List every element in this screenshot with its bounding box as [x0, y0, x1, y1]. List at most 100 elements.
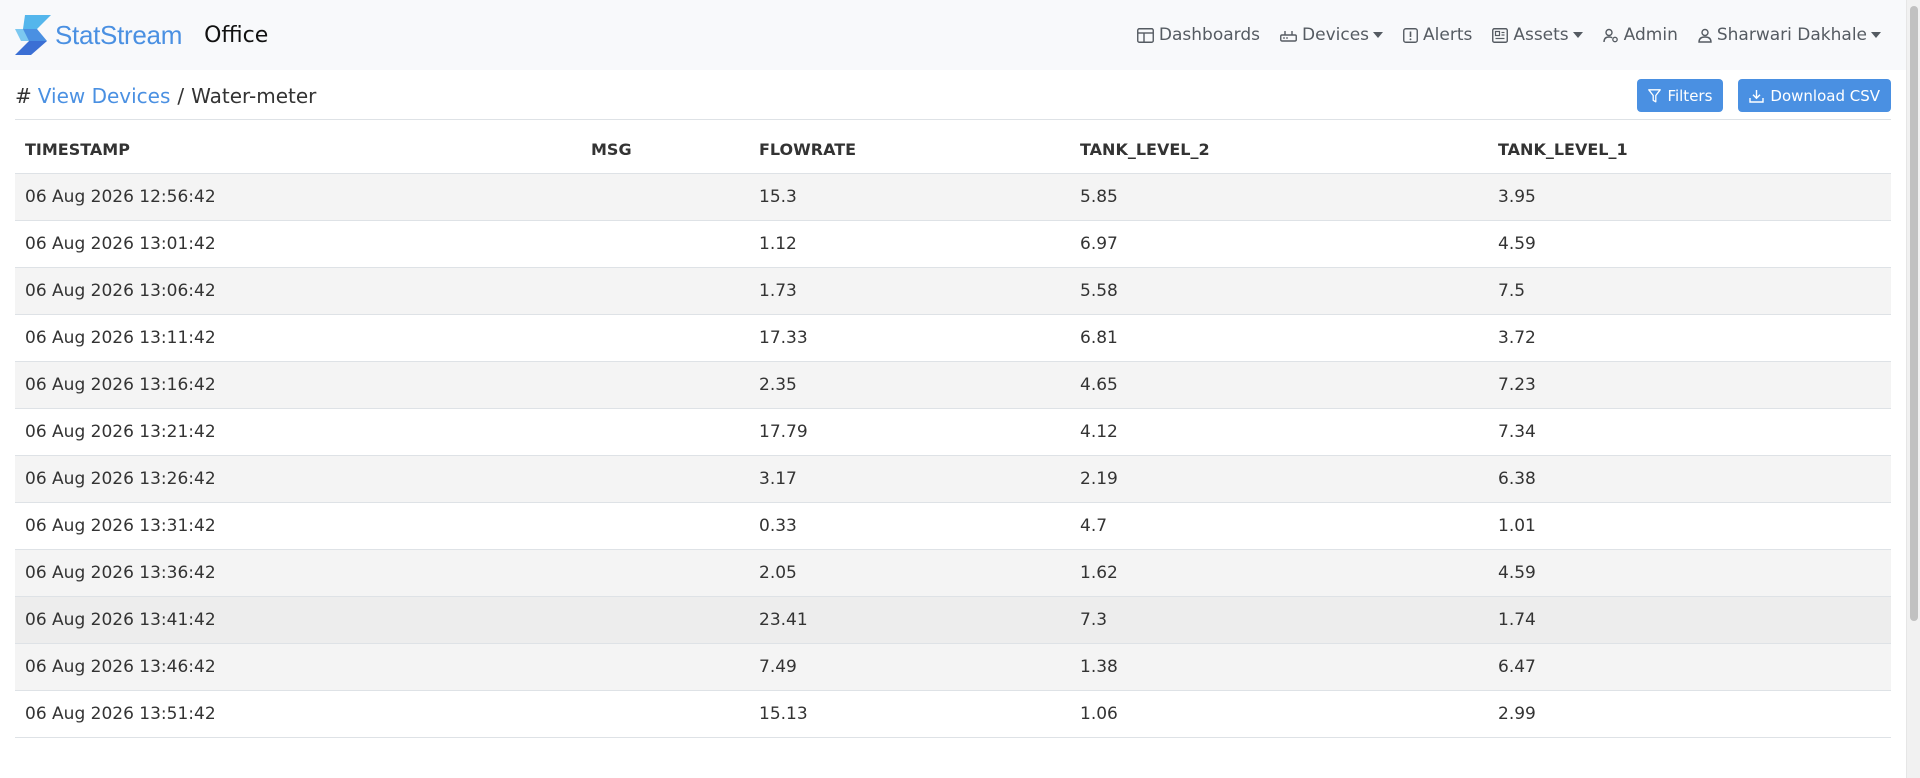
cell-timestamp: 06 Aug 2026 13:46:42 — [15, 643, 581, 691]
table-row: 06 Aug 2026 13:16:42 2.35 4.65 7.23 — [15, 361, 1891, 409]
table-row: 06 Aug 2026 13:01:42 1.12 6.97 4.59 — [15, 220, 1891, 268]
cell-tank-level-1: 6.38 — [1488, 455, 1891, 503]
page: StatStream Office Dashboards Devices Ale… — [0, 0, 1920, 778]
cell-tank-level-1: 2.99 — [1488, 690, 1891, 738]
cell-tank-level-2: 1.62 — [1070, 549, 1488, 597]
table-row: 06 Aug 2026 13:46:42 7.49 1.38 6.47 — [15, 643, 1891, 691]
nav-alerts[interactable]: Alerts — [1403, 25, 1472, 45]
nav-devices[interactable]: Devices — [1280, 25, 1384, 45]
data-table-container: TIMESTAMP MSG FLOWRATE TANK_LEVEL_2 TANK… — [15, 126, 1891, 738]
cell-tank-level-1: 4.59 — [1488, 549, 1891, 597]
nav-devices-label: Devices — [1302, 25, 1370, 45]
cell-timestamp: 06 Aug 2026 13:11:42 — [15, 314, 581, 362]
cell-msg — [581, 314, 749, 362]
cell-flowrate: 2.05 — [749, 549, 1070, 597]
table-row: 06 Aug 2026 13:41:42 23.41 7.3 1.74 — [15, 596, 1891, 644]
download-csv-button[interactable]: Download CSV — [1738, 79, 1891, 112]
filters-button-label: Filters — [1667, 86, 1713, 105]
download-csv-button-label: Download CSV — [1770, 86, 1880, 105]
cell-timestamp: 06 Aug 2026 13:26:42 — [15, 455, 581, 503]
nav-user-menu[interactable]: Sharwari Dakhale — [1698, 25, 1881, 45]
cell-tank-level-2: 4.7 — [1070, 502, 1488, 550]
cell-flowrate: 1.73 — [749, 267, 1070, 315]
nav-assets-label: Assets — [1513, 25, 1569, 45]
chevron-down-icon — [1572, 32, 1583, 38]
cell-msg — [581, 596, 749, 644]
nav-assets[interactable]: Assets — [1492, 25, 1583, 45]
toolbar-actions: Filters Download CSV — [1622, 79, 1891, 112]
nav-dashboards-label: Dashboards — [1158, 25, 1261, 45]
cell-tank-level-2: 5.58 — [1070, 267, 1488, 315]
cell-flowrate: 0.33 — [749, 502, 1070, 550]
cell-flowrate: 15.13 — [749, 690, 1070, 738]
chevron-down-icon — [1871, 32, 1881, 38]
cell-tank-level-1: 1.74 — [1488, 596, 1891, 644]
column-header-msg[interactable]: MSG — [581, 126, 749, 174]
cell-msg — [581, 643, 749, 691]
cell-msg — [581, 220, 749, 268]
cell-msg — [581, 408, 749, 456]
breadcrumb-hash: # — [15, 83, 32, 108]
nav-dashboards[interactable]: Dashboards — [1136, 25, 1261, 45]
organization-name: Office — [204, 22, 269, 48]
column-header-timestamp[interactable]: TIMESTAMP — [15, 126, 581, 174]
user-icon — [1698, 28, 1712, 43]
breadcrumb: # View Devices / Water-meter — [15, 84, 316, 108]
dashboard-grid-icon — [1136, 27, 1154, 43]
alert-icon — [1403, 27, 1418, 43]
cell-tank-level-1: 7.5 — [1488, 267, 1891, 315]
table-row: 06 Aug 2026 13:31:42 0.33 4.7 1.01 — [15, 502, 1891, 550]
cell-tank-level-1: 7.23 — [1488, 361, 1891, 409]
user-name: Sharwari Dakhale — [1716, 25, 1867, 45]
cell-flowrate: 17.33 — [749, 314, 1070, 362]
cell-msg — [581, 267, 749, 315]
breadcrumb-view-devices-link[interactable]: View Devices — [38, 84, 171, 108]
cell-timestamp: 06 Aug 2026 13:06:42 — [15, 267, 581, 315]
cell-timestamp: 06 Aug 2026 13:36:42 — [15, 549, 581, 597]
download-icon — [1749, 89, 1765, 103]
table-row: 06 Aug 2026 13:11:42 17.33 6.81 3.72 — [15, 314, 1891, 362]
brand[interactable]: StatStream Office — [15, 0, 268, 70]
table-row: 06 Aug 2026 13:26:42 3.17 2.19 6.38 — [15, 455, 1891, 503]
cell-tank-level-2: 6.81 — [1070, 314, 1488, 362]
filters-button[interactable]: Filters — [1637, 79, 1724, 112]
cell-tank-level-2: 6.97 — [1070, 220, 1488, 268]
cell-tank-level-2: 7.3 — [1070, 596, 1488, 644]
cell-timestamp: 06 Aug 2026 13:16:42 — [15, 361, 581, 409]
cell-tank-level-2: 1.06 — [1070, 690, 1488, 738]
devices-icon — [1280, 30, 1297, 42]
nav-admin[interactable]: Admin — [1602, 25, 1678, 45]
cell-msg — [581, 690, 749, 738]
cell-tank-level-2: 2.19 — [1070, 455, 1488, 503]
nav-menu: Dashboards Devices Alerts Assets Admin S… — [1117, 0, 1891, 70]
cell-msg — [581, 455, 749, 503]
cell-msg — [581, 549, 749, 597]
column-header-tank-level-1[interactable]: TANK_LEVEL_1 — [1488, 126, 1891, 174]
cell-timestamp: 06 Aug 2026 13:31:42 — [15, 502, 581, 550]
cell-timestamp: 06 Aug 2026 13:41:42 — [15, 596, 581, 644]
cell-tank-level-2: 4.65 — [1070, 361, 1488, 409]
scrollbar-thumb[interactable] — [1910, 6, 1918, 621]
cell-msg — [581, 173, 749, 221]
column-header-tank-level-2[interactable]: TANK_LEVEL_2 — [1070, 126, 1488, 174]
admin-user-gear-icon — [1602, 28, 1618, 42]
page-scrollbar[interactable] — [1906, 0, 1920, 778]
cell-msg — [581, 502, 749, 550]
table-row: 06 Aug 2026 13:51:42 15.13 1.06 2.99 — [15, 690, 1891, 738]
brand-name: StatStream — [55, 19, 183, 50]
cell-tank-level-2: 5.85 — [1070, 173, 1488, 221]
breadcrumb-current: Water-meter — [191, 83, 317, 108]
cell-msg — [581, 361, 749, 409]
cell-timestamp: 06 Aug 2026 13:01:42 — [15, 220, 581, 268]
cell-tank-level-1: 3.72 — [1488, 314, 1891, 362]
cell-timestamp: 06 Aug 2026 13:21:42 — [15, 408, 581, 456]
cell-flowrate: 2.35 — [749, 361, 1070, 409]
cell-tank-level-1: 6.47 — [1488, 643, 1891, 691]
cell-tank-level-1: 3.95 — [1488, 173, 1891, 221]
column-header-flowrate[interactable]: FLOWRATE — [749, 126, 1070, 174]
table-row: 06 Aug 2026 13:06:42 1.73 5.58 7.5 — [15, 267, 1891, 315]
table-header-row: TIMESTAMP MSG FLOWRATE TANK_LEVEL_2 TANK… — [15, 126, 1891, 174]
cell-tank-level-2: 4.12 — [1070, 408, 1488, 456]
breadcrumb-separator: / — [177, 83, 185, 108]
cell-flowrate: 23.41 — [749, 596, 1070, 644]
